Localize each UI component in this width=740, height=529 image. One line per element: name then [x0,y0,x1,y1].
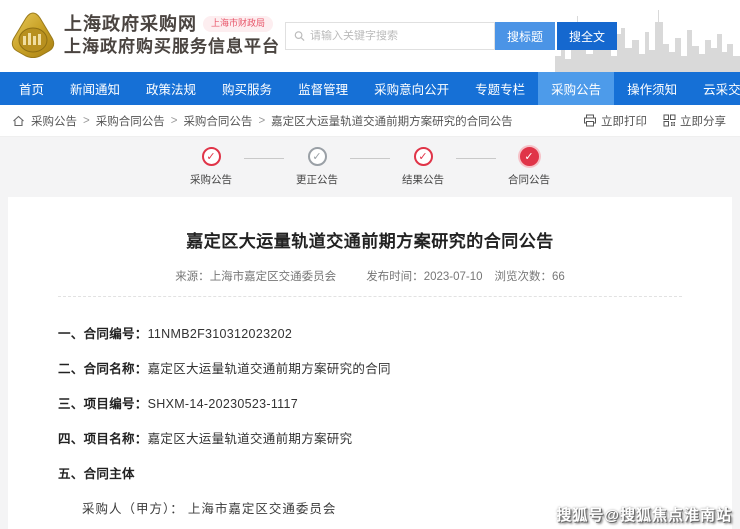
project-number-line: 三、项目编号：SHXM-14-20230523-1117 [58,397,298,411]
brand: 上海政府采购网 上海市财政局 上海政府购买服务信息平台 [10,10,280,60]
site-logo [11,12,55,58]
sohu-watermark: 搜狐号@搜狐焦点淮南站 [556,507,732,524]
publish-value: 2023-07-10 [423,271,483,283]
nav-item-supervision[interactable]: 监督管理 [285,72,361,105]
contract-name-line: 二、合同名称：嘉定区大运量轨道交通前期方案研究的合同 [58,362,391,376]
step-check-icon: ✓ [519,147,539,166]
breadcrumb: 采购公告 > 采购合同公告 > 采购合同公告 > 嘉定区大运量轨道交通前期方案研… [12,113,513,129]
search-box [285,22,495,50]
step-label: 更正公告 [296,174,338,186]
search-icon [294,31,305,42]
publish-label: 发布时间： [366,271,424,283]
breadcrumb-item[interactable]: 采购合同公告 [183,113,252,129]
main-nav: 首页 新闻通知 政策法规 购买服务 监督管理 采购意向公开 专题专栏 采购公告 … [0,72,740,105]
project-name-line: 四、项目名称：嘉定区大运量轨道交通前期方案研究 [58,432,353,446]
search-fulltext-button[interactable]: 搜全文 [557,22,618,50]
nav-item-procurement-announcements[interactable]: 采购公告 [538,72,615,105]
breadcrumb-item-current: 嘉定区大运量轨道交通前期方案研究的合同公告 [271,115,513,128]
print-button[interactable]: 立即打印 [583,113,647,129]
home-icon [13,115,24,126]
breadcrumb-separator: > [170,114,178,127]
step-result-announcement[interactable]: ✓ 结果公告 [394,147,452,187]
contract-number-line: 一、合同编号：11NMB2F310312023202 [58,327,293,341]
page: 上海政府采购网 上海市财政局 上海政府购买服务信息平台 搜标题 搜全文 首页 新… [0,0,740,529]
share-label: 立即分享 [680,115,726,128]
step-procurement-announcement[interactable]: ✓ 采购公告 [182,147,240,187]
step-connector [350,157,390,159]
step-label: 合同公告 [508,174,550,186]
nav-item-news[interactable]: 新闻通知 [57,72,133,105]
breadcrumb-separator: > [258,114,266,127]
step-label: 结果公告 [402,174,444,186]
step-check-icon: ✓ [413,147,433,166]
site-header: 上海政府采购网 上海市财政局 上海政府购买服务信息平台 搜标题 搜全文 [0,0,740,72]
step-label: 采购公告 [190,174,232,186]
breadcrumb-row: 采购公告 > 采购合同公告 > 采购合同公告 > 嘉定区大运量轨道交通前期方案研… [0,105,740,137]
search-bar: 搜标题 搜全文 [285,22,618,50]
share-button[interactable]: 立即分享 [663,113,726,129]
step-contract-announcement[interactable]: ✓ 合同公告 [500,147,558,187]
search-input[interactable] [310,30,486,42]
breadcrumb-separator: > [83,114,90,127]
step-correction-announcement[interactable]: ✓ 更正公告 [288,147,346,187]
contract-parties-heading: 五、合同主体 [58,467,135,481]
article-title: 嘉定区大运量轨道交通前期方案研究的合同公告 [186,232,554,251]
nav-item-special-topics[interactable]: 专题专栏 [462,72,538,105]
breadcrumb-item[interactable]: 采购合同公告 [96,113,165,129]
article-card: 嘉定区大运量轨道交通前期方案研究的合同公告 来源：上海市嘉定区交通委员会 发布时间… [8,197,732,529]
site-title: 上海政府采购网 [64,13,197,34]
article-body: 一、合同编号：11NMB2F310312023202 二、合同名称：嘉定区大运量… [8,297,732,529]
source-label: 来源： [175,271,210,283]
nav-item-operation-guide[interactable]: 操作须知 [614,72,690,105]
nav-item-purchase-service[interactable]: 购买服务 [209,72,285,105]
nav-item-policy[interactable]: 政策法规 [133,72,209,105]
step-check-icon: ✓ [307,147,327,166]
nav-item-intent-disclosure[interactable]: 采购意向公开 [361,72,462,105]
step-check-icon: ✓ [201,147,221,166]
views-value: 66 [552,271,565,283]
step-connector [244,157,284,159]
views-label: 浏览次数： [494,271,553,283]
brand-text: 上海政府采购网 上海市财政局 上海政府购买服务信息平台 [64,13,280,58]
qr-code-icon [663,114,676,127]
search-title-button[interactable]: 搜标题 [495,22,556,50]
printer-icon [584,114,596,127]
step-connector [456,157,496,159]
article-meta: 来源：上海市嘉定区交通委员会 发布时间：2023-07-10 浏览次数：66 [8,268,732,284]
breadcrumb-item[interactable]: 采购公告 [31,113,77,129]
nav-item-home[interactable]: 首页 [6,72,57,105]
finance-bureau-badge: 上海市财政局 [203,16,274,32]
nav-item-cloud-trade-platform[interactable]: 云采交易平台 [690,72,740,105]
site-subtitle: 上海政府购买服务信息平台 [64,37,280,57]
source-value: 上海市嘉定区交通委员会 [209,271,337,283]
breadcrumb-actions: 立即打印 立即分享 [583,113,726,129]
print-label: 立即打印 [601,115,647,128]
announcement-steps: ✓ 采购公告 ✓ 更正公告 ✓ 结果公告 ✓ 合同公告 [0,137,740,197]
